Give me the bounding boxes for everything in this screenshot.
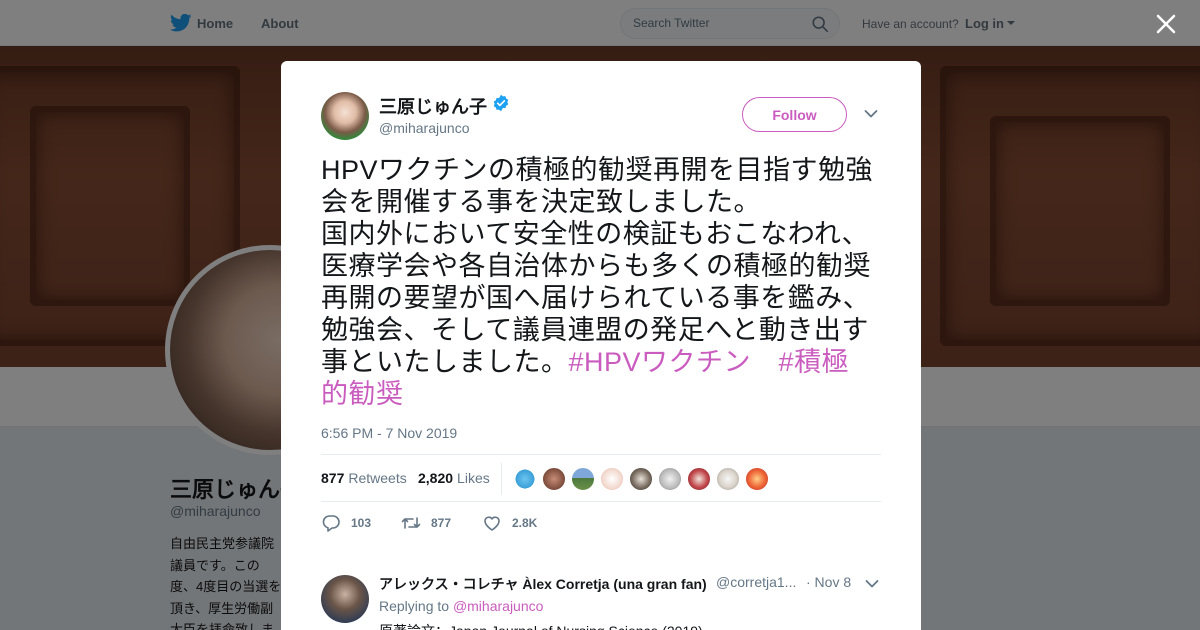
reply-date[interactable]: · Nov 8 [806, 574, 851, 590]
liker-avatar[interactable] [629, 467, 653, 491]
likes-stat[interactable]: 2,820 Likes [418, 470, 490, 486]
replying-to-label: Replying to [379, 598, 450, 614]
hashtag-link[interactable]: #積極 [779, 347, 850, 377]
hashtag-link[interactable]: 的勧奨 [321, 378, 887, 410]
hashtag-link[interactable]: #HPVワクチン [569, 347, 752, 377]
tweet-author-handle[interactable]: @miharajunco [379, 120, 469, 136]
follow-button[interactable]: Follow [742, 97, 847, 132]
liker-avatar[interactable] [658, 467, 682, 491]
tweet-text-line: 事といたしました。 [321, 347, 569, 377]
liker-avatar[interactable] [600, 467, 624, 491]
tweet-text-line-with-hashtags: 事といたしました。#HPVワクチン #積極 [321, 346, 887, 378]
reply-author-avatar[interactable] [321, 575, 369, 623]
liker-avatar[interactable] [716, 467, 740, 491]
reply-author-name[interactable]: アレックス・コレチャ Àlex Corretja (una gran fan) [379, 574, 707, 594]
replying-to-mention[interactable]: @miharajunco [453, 598, 543, 614]
tweet-text-line: HPVワクチンの積極的勧奨再開を目指す勉強 [321, 155, 874, 185]
liker-avatar[interactable] [513, 467, 537, 491]
likes-count: 2,820 [418, 470, 454, 486]
tweet-text: HPVワクチンの積極的勧奨再開を目指す勉強 会を開催する事を決定致しました。 国… [321, 154, 887, 410]
retweet-button[interactable]: 877 [401, 513, 461, 533]
reply-count: 103 [351, 516, 372, 530]
tweet-text-line: 国内外において安全性の検証もおこなわれ、 [321, 219, 870, 249]
tweet-text-line: 勉強会、そして議員連盟の発足へと動き出す [321, 315, 869, 345]
likes-label: Likes [457, 470, 490, 486]
tweet-modal: 三原じゅん子 @miharajunco Follow HPVワクチンの積極的勧奨… [281, 61, 921, 630]
close-icon[interactable] [1155, 13, 1177, 35]
reply-author-handle[interactable]: @corretja1... [716, 574, 804, 590]
reply-tweet[interactable]: アレックス・コレチャ Àlex Corretja (una gran fan) … [281, 561, 921, 630]
reply-text: 原著論文：Japan Journal of Nursing Science (2… [379, 621, 703, 630]
tweet-actions: 103 877 2.8K [321, 513, 881, 533]
liker-avatar[interactable] [745, 467, 769, 491]
chevron-down-icon[interactable] [864, 109, 878, 119]
retweet-count: 877 [431, 516, 452, 530]
retweets-label: Retweets [348, 470, 407, 486]
tweet-text-line: 医療学会や各自治体からも多くの積極的勧奨 [321, 251, 871, 281]
tweet-text-line: 再開の要望が国へ届けられている事を鑑み、 [321, 283, 871, 313]
tweet-author-name[interactable]: 三原じゅん子 [379, 93, 487, 119]
heart-icon [484, 516, 500, 531]
stats-divider [501, 463, 502, 495]
retweets-count: 877 [321, 470, 345, 486]
reply-button[interactable]: 103 [321, 513, 381, 533]
retweet-icon [401, 517, 421, 529]
like-button[interactable]: 2.8K [482, 513, 542, 533]
tweet-stats: 877 Retweets 2,820 Likes [321, 454, 881, 502]
chevron-down-icon[interactable] [865, 579, 879, 589]
retweets-stat[interactable]: 877 Retweets [321, 470, 407, 486]
reply-icon [322, 515, 340, 532]
tweet-timestamp[interactable]: 6:56 PM - 7 Nov 2019 [321, 425, 457, 441]
tweet-text-line: 会を開催する事を決定致しました。 [321, 187, 761, 217]
liker-avatar[interactable] [571, 467, 595, 491]
liker-avatar[interactable] [687, 467, 711, 491]
replying-to: Replying to @miharajunco [379, 598, 543, 614]
verified-badge-icon [493, 94, 509, 112]
like-count: 2.8K [512, 516, 538, 530]
tweet-author-avatar[interactable] [321, 92, 369, 140]
liker-avatar[interactable] [542, 467, 566, 491]
